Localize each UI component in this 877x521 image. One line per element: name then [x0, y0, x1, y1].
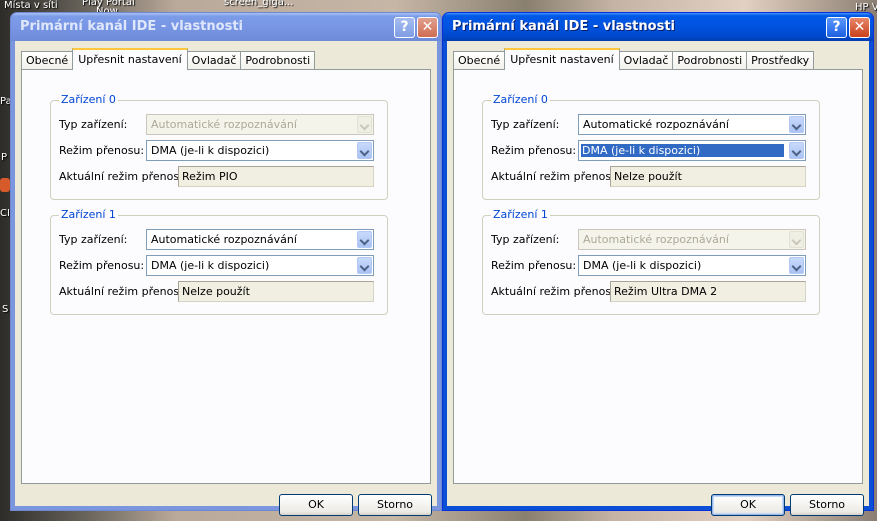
- group-title: Zařízení 0: [59, 93, 118, 106]
- group-title: Zařízení 1: [59, 208, 118, 221]
- device-type-select: Automatické rozpoznávání: [578, 229, 806, 250]
- cancel-button[interactable]: Storno: [358, 494, 432, 516]
- transfer-mode-value: DMA (je-li k dispozici): [581, 144, 784, 157]
- desktop-icon-label[interactable]: S: [2, 304, 8, 315]
- tab-details[interactable]: Podrobnosti: [240, 51, 316, 70]
- device-0-group: Zařízení 0 Typ zařízení: Automatické roz…: [482, 93, 820, 200]
- ok-button[interactable]: OK: [279, 494, 353, 516]
- current-mode-label: Aktuální režim přenosu:: [59, 285, 190, 298]
- device-0-group: Zařízení 0 Typ zařízení: Automatické roz…: [50, 93, 388, 200]
- current-mode-value: Režim Ultra DMA 2: [614, 285, 718, 298]
- transfer-mode-value: DMA (je-li k dispozici): [151, 259, 270, 272]
- title-bar[interactable]: Primární kanál IDE - vlastnosti ? ✕: [11, 13, 441, 41]
- transfer-mode-select[interactable]: DMA (je-li k dispozici): [146, 255, 374, 276]
- current-mode-value: Nelze použít: [182, 285, 250, 298]
- current-mode-value: Režim PIO: [182, 170, 238, 183]
- current-mode-field: Nelze použít: [610, 166, 806, 187]
- transfer-mode-label: Režim přenosu:: [491, 144, 577, 157]
- chevron-down-icon[interactable]: [357, 257, 372, 274]
- desktop-icon-label[interactable]: Místa v síti: [4, 0, 58, 11]
- tab-strip: Obecné Upřesnit nastavení Ovladač Podrob…: [453, 48, 815, 70]
- help-icon[interactable]: ?: [394, 17, 415, 38]
- transfer-mode-value: DMA (je-li k dispozici): [151, 144, 270, 157]
- device-type-value: Automatické rozpoznávání: [583, 118, 729, 131]
- transfer-mode-select[interactable]: DMA (je-li k dispozici): [146, 140, 374, 161]
- transfer-mode-label: Režim přenosu:: [59, 259, 145, 272]
- chevron-down-icon[interactable]: [789, 257, 804, 274]
- current-mode-value: Nelze použít: [614, 170, 682, 183]
- tab-panel: Zařízení 0 Typ zařízení: Automatické roz…: [21, 69, 431, 484]
- chevron-down-icon[interactable]: [789, 116, 804, 133]
- tab-general[interactable]: Obecné: [453, 51, 506, 70]
- chevron-down-icon[interactable]: [357, 142, 372, 159]
- tab-details[interactable]: Podrobnosti: [672, 51, 748, 70]
- tab-advanced-settings[interactable]: Upřesnit nastavení: [504, 48, 620, 70]
- device-type-label: Typ zařízení:: [59, 233, 128, 246]
- window-client: Obecné Upřesnit nastavení Ovladač Podrob…: [15, 41, 437, 516]
- title-bar[interactable]: Primární kanál IDE - vlastnosti ? ✕: [443, 13, 873, 41]
- chevron-down-icon: [789, 231, 804, 248]
- tab-resources[interactable]: Prostředky: [746, 51, 815, 70]
- device-type-label: Typ zařízení:: [491, 233, 560, 246]
- desktop-icon-label[interactable]: CI: [0, 208, 10, 219]
- close-icon[interactable]: ✕: [417, 17, 438, 38]
- device-type-label: Typ zařízení:: [59, 118, 128, 131]
- properties-window-right[interactable]: Primární kanál IDE - vlastnosti ? ✕ Obec…: [442, 12, 874, 516]
- tab-panel: Zařízení 0 Typ zařízení: Automatické roz…: [453, 69, 863, 484]
- device-type-select[interactable]: Automatické rozpoznávání: [146, 229, 374, 250]
- chevron-down-icon[interactable]: [789, 142, 804, 159]
- tab-driver[interactable]: Ovladač: [618, 51, 674, 70]
- close-icon[interactable]: ✕: [849, 17, 870, 38]
- tab-advanced-settings[interactable]: Upřesnit nastavení: [72, 48, 188, 70]
- desktop-icon-label[interactable]: screen_giga...: [224, 0, 293, 8]
- group-title: Zařízení 1: [491, 208, 550, 221]
- device-type-value: Automatické rozpoznávání: [151, 118, 297, 131]
- device-1-group: Zařízení 1 Typ zařízení: Automatické roz…: [50, 208, 388, 315]
- current-mode-field: Režim Ultra DMA 2: [610, 281, 806, 302]
- help-icon[interactable]: ?: [826, 17, 847, 38]
- tab-driver[interactable]: Ovladač: [186, 51, 242, 70]
- window-client: Obecné Upřesnit nastavení Ovladač Podrob…: [447, 41, 869, 516]
- device-type-value: Automatické rozpoznávání: [151, 233, 297, 246]
- desktop-shortcut-icon[interactable]: [0, 178, 10, 192]
- current-mode-label: Aktuální režim přenosu:: [59, 170, 190, 183]
- current-mode-field: Režim PIO: [178, 166, 374, 187]
- transfer-mode-value: DMA (je-li k dispozici): [583, 259, 702, 272]
- device-type-label: Typ zařízení:: [491, 118, 560, 131]
- device-type-value: Automatické rozpoznávání: [583, 233, 729, 246]
- properties-window-left[interactable]: Primární kanál IDE - vlastnosti ? ✕ Obec…: [10, 12, 442, 516]
- device-type-select[interactable]: Automatické rozpoznávání: [578, 114, 806, 135]
- tab-strip: Obecné Upřesnit nastavení Ovladač Podrob…: [21, 48, 316, 70]
- cancel-button[interactable]: Storno: [790, 494, 864, 516]
- group-title: Zařízení 0: [491, 93, 550, 106]
- current-mode-label: Aktuální režim přenosu:: [491, 285, 622, 298]
- window-title: Primární kanál IDE - vlastnosti: [20, 19, 243, 34]
- chevron-down-icon[interactable]: [357, 231, 372, 248]
- transfer-mode-select[interactable]: DMA (je-li k dispozici): [578, 255, 806, 276]
- current-mode-field: Nelze použít: [178, 281, 374, 302]
- transfer-mode-label: Režim přenosu:: [59, 144, 145, 157]
- window-title: Primární kanál IDE - vlastnosti: [452, 19, 675, 34]
- device-1-group: Zařízení 1 Typ zařízení: Automatické roz…: [482, 208, 820, 315]
- device-type-select: Automatické rozpoznávání: [146, 114, 374, 135]
- transfer-mode-label: Režim přenosu:: [491, 259, 577, 272]
- desktop-icon-label[interactable]: P: [1, 152, 7, 163]
- chevron-down-icon: [357, 116, 372, 133]
- tab-general[interactable]: Obecné: [21, 51, 74, 70]
- ok-button[interactable]: OK: [711, 494, 785, 516]
- current-mode-label: Aktuální režim přenosu:: [491, 170, 622, 183]
- transfer-mode-select[interactable]: DMA (je-li k dispozici): [578, 140, 806, 161]
